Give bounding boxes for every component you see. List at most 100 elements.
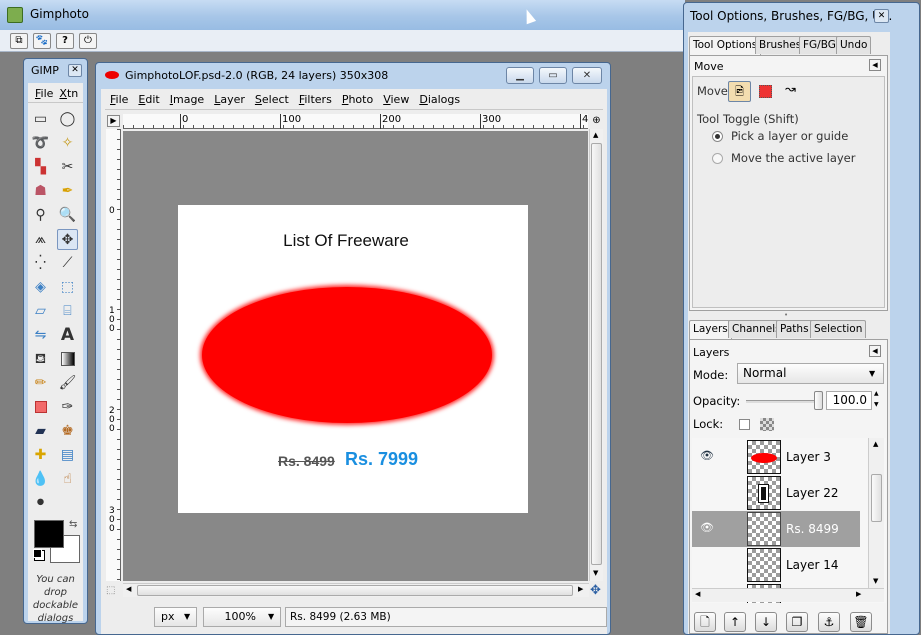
layer-row[interactable]: 👁 Layer 3 <box>692 439 860 475</box>
new-layer-button[interactable]: 🗋 <box>694 612 716 632</box>
tab-fg-bg[interactable]: FG/BG <box>799 36 840 54</box>
scissors-tool-icon[interactable]: ✂ <box>57 157 78 178</box>
menu-edit[interactable]: Edit <box>133 91 164 109</box>
ink-tool-icon[interactable]: ▰ <box>30 421 51 442</box>
image-menu-arrow-icon[interactable]: ▶ <box>107 115 120 127</box>
smudge-tool-icon[interactable]: ☝ <box>57 469 78 490</box>
horizontal-scroll-thumb[interactable] <box>137 585 573 596</box>
layer-list-scroll-thumb[interactable] <box>871 474 882 522</box>
rotate-tool-icon[interactable]: ◈ <box>30 277 51 298</box>
tab-tool-options[interactable]: Tool Options <box>689 36 762 55</box>
opacity-slider[interactable] <box>746 400 820 403</box>
layer-row[interactable]: Layer 14 <box>692 547 860 583</box>
paw-icon[interactable]: 🐾 <box>33 33 51 49</box>
ellipse-select-tool-icon[interactable]: ◯ <box>57 109 78 130</box>
opacity-spin-down-icon[interactable]: ▼ <box>874 401 879 408</box>
lower-layer-button[interactable]: ↓ <box>755 612 777 632</box>
image-close-button[interactable]: ✕ <box>572 67 602 84</box>
text-tool-icon[interactable]: A <box>57 325 78 346</box>
delete-layer-button[interactable]: 🗑 <box>850 612 872 632</box>
pencil-tool-icon[interactable]: ✏ <box>30 373 51 394</box>
layer-name[interactable]: Layer 14 <box>786 558 839 572</box>
move-selection-mode-icon[interactable] <box>759 85 772 98</box>
layer-name[interactable]: Layer 22 <box>786 486 839 500</box>
move-path-mode-icon[interactable]: ↝ <box>785 82 796 97</box>
convolve-tool-icon[interactable]: 💧 <box>30 469 51 490</box>
unit-select[interactable]: px ▼ <box>154 607 197 627</box>
radio-pick-layer[interactable] <box>712 131 723 142</box>
crop-tool-icon[interactable]: ⟋ <box>57 253 78 274</box>
clone-tool-icon[interactable]: ♚ <box>57 421 78 442</box>
toolbox-close-button[interactable]: ✕ <box>68 64 82 77</box>
menu-select[interactable]: Select <box>250 91 294 109</box>
opacity-input[interactable]: 100.0 <box>826 391 872 410</box>
layer-list-scrollbar[interactable]: ▲ ▼ <box>868 438 884 588</box>
radio-move-active-label[interactable]: Move the active layer <box>731 151 855 165</box>
radio-pick-layer-label[interactable]: Pick a layer or guide <box>731 129 848 143</box>
lasso-tool-icon[interactable]: ➰ <box>30 133 51 154</box>
tab-brushes[interactable]: Brushes <box>755 36 806 54</box>
layer-name[interactable]: Layer 3 <box>786 450 831 464</box>
blend-tool-icon[interactable] <box>57 349 78 370</box>
tab-undo[interactable]: Undo <box>836 36 872 54</box>
layer-row[interactable]: Layer 22 <box>692 475 860 511</box>
panel-menu-icon[interactable]: ◀ <box>869 345 881 357</box>
image-canvas[interactable]: List Of Freeware Rs. 8499 Rs. 7999 <box>178 205 528 513</box>
measure-tool-icon[interactable]: ⩕ <box>30 229 51 250</box>
dock-close-button[interactable]: ✕ <box>874 9 889 23</box>
duplicate-layer-button[interactable]: ❐ <box>786 612 808 632</box>
menu-photo[interactable]: Photo <box>337 91 378 109</box>
panel-menu-icon[interactable]: ◀ <box>869 59 881 71</box>
anchor-layer-button[interactable]: ⚓ <box>818 612 840 632</box>
shear-tool-icon[interactable]: ▱ <box>30 301 51 322</box>
lock-pixels-checkbox[interactable] <box>739 419 750 430</box>
perspective-clone-tool-icon[interactable]: ▤ <box>57 445 78 466</box>
window-icon[interactable]: ⧉ <box>10 33 28 49</box>
eraser-tool-icon[interactable] <box>30 397 51 418</box>
foreground-select-tool-icon[interactable]: ☗ <box>30 181 51 202</box>
tab-selection[interactable]: Selection <box>810 320 867 338</box>
move-tool-icon[interactable]: ✥ <box>57 229 78 250</box>
airbrush-tool-icon[interactable]: ✑ <box>57 397 78 418</box>
quick-mask-icon[interactable]: ⬚ <box>106 585 115 596</box>
color-picker-tool-icon[interactable]: ⚲ <box>30 205 51 226</box>
swap-colors-icon[interactable]: ⇆ <box>69 519 77 530</box>
heal-tool-icon[interactable]: ✚ <box>30 445 51 466</box>
mode-select[interactable]: Normal ▼ <box>737 363 884 384</box>
flip-tool-icon[interactable]: ⇋ <box>30 325 51 346</box>
zoom-navigate-icon[interactable]: ✥ <box>590 583 601 598</box>
menu-dialogs[interactable]: Dialogs <box>414 91 465 109</box>
menu-view[interactable]: View <box>378 91 414 109</box>
menu-file[interactable]: File <box>105 91 133 109</box>
menu-xtn[interactable]: Xtn <box>56 85 81 103</box>
layer-name[interactable]: Rs. 8499 <box>786 522 839 536</box>
zoom-select[interactable]: 100% ▼ <box>203 607 281 627</box>
layer-row[interactable]: 👁 Rs. 8499 <box>692 511 860 547</box>
image-maximize-button[interactable]: ▭ <box>539 67 567 84</box>
fuzzy-select-tool-icon[interactable]: ✧ <box>57 133 78 154</box>
canvas-area[interactable]: List Of Freeware Rs. 8499 Rs. 7999 <box>123 131 588 581</box>
visibility-eye-icon[interactable]: 👁 <box>700 521 714 534</box>
help-icon[interactable]: ? <box>56 33 74 49</box>
menu-filters[interactable]: Filters <box>294 91 337 109</box>
dodge-burn-tool-icon[interactable]: ⚫ <box>30 493 51 514</box>
image-minimize-button[interactable]: ▁ <box>506 67 534 84</box>
menu-layer[interactable]: Layer <box>209 91 250 109</box>
menu-image[interactable]: Image <box>165 91 209 109</box>
vertical-scroll-thumb[interactable] <box>591 143 602 565</box>
horizontal-scrollbar[interactable]: ◀ ▶ <box>123 583 589 597</box>
color-select-tool-icon[interactable]: ▚ <box>30 157 51 178</box>
tab-paths[interactable]: Paths <box>776 320 813 338</box>
radio-move-active[interactable] <box>712 153 723 164</box>
paintbrush-tool-icon[interactable]: 🖌 <box>57 373 78 394</box>
navigate-icon[interactable]: ⊕ <box>590 114 603 127</box>
scale-tool-icon[interactable]: ⬚ <box>57 277 78 298</box>
align-tool-icon[interactable]: ⁛ <box>30 253 51 274</box>
paths-tool-icon[interactable]: ✒ <box>57 181 78 202</box>
pane-resize-handle[interactable]: • <box>784 311 788 319</box>
menu-file[interactable]: File <box>28 85 56 103</box>
move-layer-mode-icon[interactable]: 🖻 <box>728 81 751 102</box>
lock-alpha-icon[interactable] <box>760 418 774 431</box>
power-icon[interactable]: ⏻ <box>79 33 97 49</box>
zoom-tool-icon[interactable]: 🔍 <box>57 205 78 226</box>
